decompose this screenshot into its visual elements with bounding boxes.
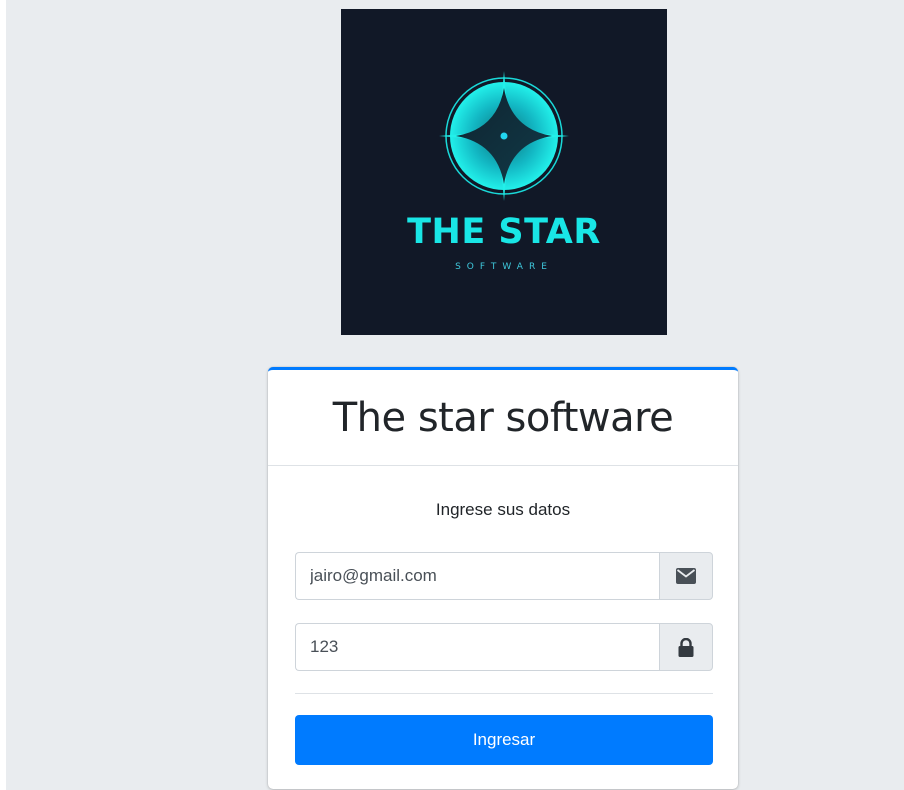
form-divider — [295, 693, 713, 694]
envelope-icon — [676, 568, 696, 584]
password-input-group — [295, 623, 713, 671]
compass-star-icon — [439, 71, 569, 201]
card-header: The star software — [268, 370, 738, 466]
email-addon — [659, 552, 713, 600]
lock-icon — [678, 637, 694, 657]
email-field[interactable] — [295, 552, 659, 600]
logo-brand-text: THE STAR — [407, 212, 601, 252]
password-field[interactable] — [295, 623, 659, 671]
login-card: The star software Ingrese sus datos jair… — [268, 367, 738, 789]
login-page: THE STAR SOFTWARE The star software Ingr… — [6, 0, 904, 790]
login-subtitle: Ingrese sus datos — [435, 500, 571, 519]
password-addon — [659, 623, 713, 671]
logo-tagline-text: SOFTWARE — [455, 262, 553, 272]
email-input-group — [295, 552, 713, 600]
the-star-logo: THE STAR SOFTWARE — [341, 9, 667, 335]
page-title[interactable]: The star software — [268, 370, 738, 466]
ingresar-button[interactable]: Ingresar — [295, 715, 713, 765]
